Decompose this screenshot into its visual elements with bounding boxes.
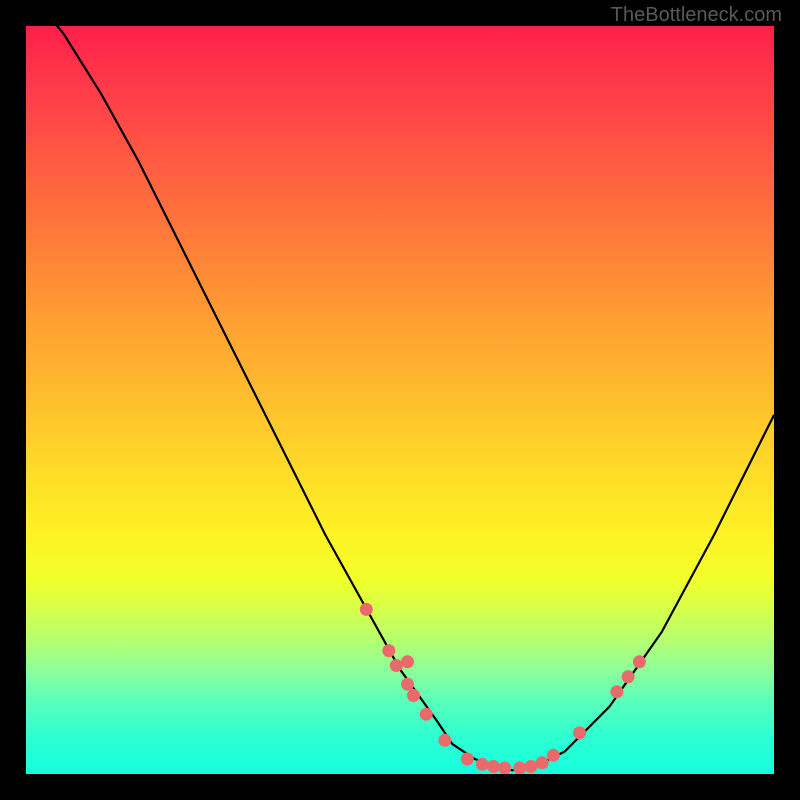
data-point	[622, 670, 635, 683]
data-markers	[360, 603, 646, 774]
data-point	[633, 655, 646, 668]
data-point	[498, 762, 511, 775]
data-point	[536, 756, 549, 769]
plot-area	[26, 26, 774, 774]
data-point	[524, 760, 537, 773]
data-point	[401, 678, 414, 691]
data-point	[390, 659, 403, 672]
data-point	[360, 603, 373, 616]
data-point	[610, 685, 623, 698]
data-point	[513, 762, 526, 775]
data-point	[401, 655, 414, 668]
watermark-text: TheBottleneck.com	[611, 4, 782, 27]
data-point	[438, 734, 451, 747]
data-point	[573, 726, 586, 739]
data-point	[476, 758, 489, 771]
chart-svg	[26, 26, 774, 774]
curve-line	[26, 26, 774, 770]
data-point	[487, 760, 500, 773]
data-point	[461, 753, 474, 766]
data-point	[407, 689, 420, 702]
data-point	[420, 708, 433, 721]
data-point	[382, 644, 395, 657]
data-point	[547, 749, 560, 762]
